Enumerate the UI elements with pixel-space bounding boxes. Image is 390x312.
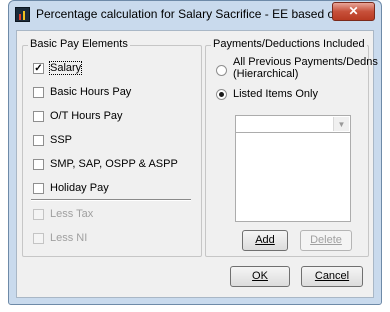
ok-button-label: OK — [252, 270, 268, 282]
less-ni-label: Less NI — [50, 232, 88, 244]
app-icon — [15, 7, 30, 22]
delete-button-label: Delete — [310, 234, 342, 246]
basic-hours-pay-checkbox-box[interactable] — [33, 87, 44, 98]
ot-hours-pay-label: O/T Hours Pay — [50, 110, 123, 122]
cancel-button[interactable]: Cancel — [301, 266, 363, 287]
basic-pay-group: Basic Pay Elements ✓ Salary Basic Hours … — [22, 38, 202, 257]
payments-deductions-group: Payments/Deductions Included All Previou… — [205, 38, 378, 257]
basic-pay-group-title: Basic Pay Elements — [28, 38, 130, 50]
window-title: Percentage calculation for Salary Sacrif… — [36, 7, 351, 21]
radio-listed-items-label: Listed Items Only — [233, 88, 318, 100]
salary-label: Salary — [48, 61, 83, 75]
close-button[interactable]: ✕ — [332, 2, 375, 21]
ok-button[interactable]: OK — [230, 266, 290, 287]
dialog-window: Percentage calculation for Salary Sacrif… — [8, 0, 382, 305]
ssp-label: SSP — [50, 134, 73, 146]
group-separator — [31, 199, 191, 201]
holiday-pay-checkbox-box[interactable] — [33, 183, 44, 194]
close-icon: ✕ — [348, 4, 359, 18]
radio-all-previous-label-line1: All Previous Payments/Dedns — [233, 56, 378, 68]
dialog-client-area: Basic Pay Elements ✓ Salary Basic Hours … — [16, 30, 378, 298]
add-button[interactable]: Add — [242, 230, 288, 251]
less-ni-checkbox-box — [33, 233, 44, 244]
less-tax-checkbox-box — [33, 209, 44, 220]
ot-hours-pay-checkbox-box[interactable] — [33, 111, 44, 122]
payment-items-list[interactable] — [235, 132, 351, 222]
less-tax-label: Less Tax — [50, 208, 94, 220]
basic-hours-pay-label: Basic Hours Pay — [50, 86, 132, 98]
add-button-label: Add — [255, 234, 275, 246]
holiday-pay-label: Holiday Pay — [50, 182, 109, 194]
salary-checkbox-box[interactable]: ✓ — [33, 63, 44, 74]
radio-listed-items-only[interactable]: Listed Items Only — [216, 88, 366, 102]
chevron-down-icon[interactable]: ▼ — [333, 117, 349, 131]
radio-listed-items-button[interactable] — [216, 89, 227, 100]
radio-all-previous-button[interactable] — [216, 65, 227, 76]
payments-group-title: Payments/Deductions Included — [211, 38, 367, 50]
delete-button: Delete — [300, 230, 352, 251]
smp-checkbox-box[interactable] — [33, 159, 44, 170]
ssp-checkbox-box[interactable] — [33, 135, 44, 146]
title-bar[interactable]: Percentage calculation for Salary Sacrif… — [9, 1, 381, 28]
cancel-button-label: Cancel — [314, 270, 350, 282]
radio-all-previous[interactable]: All Previous Payments/Dedns (Hierarchica… — [216, 56, 378, 84]
radio-all-previous-label-line2: (Hierarchical) — [233, 68, 299, 80]
payment-item-combo[interactable]: ▼ — [235, 115, 351, 133]
smp-label: SMP, SAP, OSPP & ASPP — [50, 158, 178, 170]
